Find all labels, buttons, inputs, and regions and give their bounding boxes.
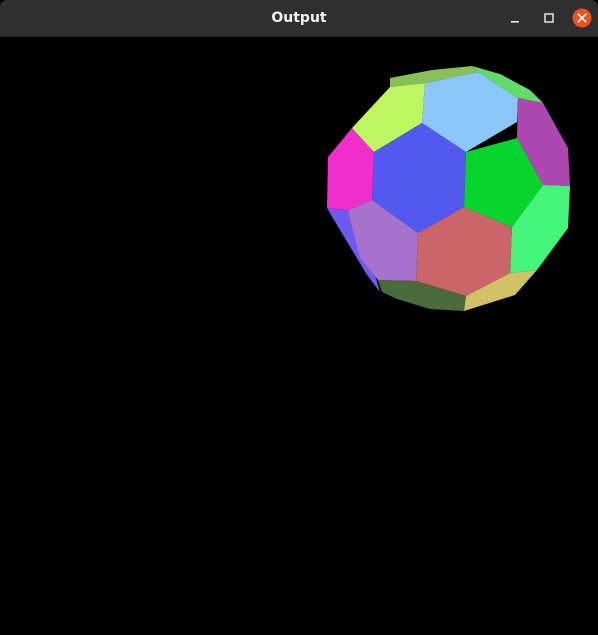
maximize-icon <box>544 13 554 23</box>
close-icon <box>572 8 592 28</box>
minimize-icon <box>511 21 519 23</box>
maximize-button[interactable] <box>539 8 559 28</box>
title-bar[interactable]: Output <box>0 0 598 37</box>
close-button[interactable] <box>572 8 592 28</box>
render-canvas <box>0 37 598 635</box>
app-window: Output <box>0 0 598 635</box>
minimize-button[interactable] <box>505 8 525 28</box>
soccer-ball <box>327 66 570 311</box>
